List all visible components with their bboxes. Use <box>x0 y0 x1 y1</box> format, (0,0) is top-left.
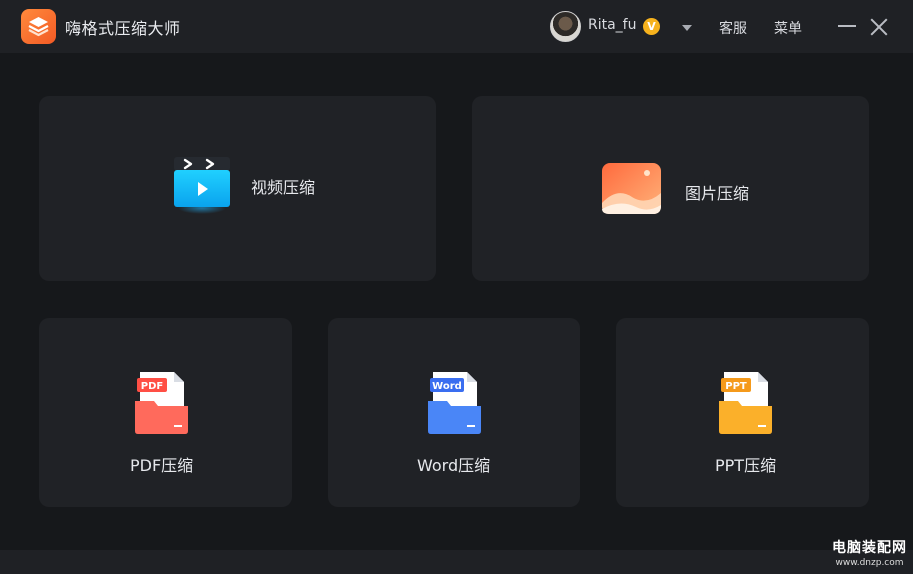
watermark-url: www.dnzp.com <box>835 558 904 568</box>
minimize-icon[interactable] <box>838 25 856 27</box>
image-icon <box>602 163 661 214</box>
vip-badge: V <box>643 18 660 35</box>
watermark: 电脑装配网 www.dnzp.com <box>832 537 907 568</box>
word-tag: Word <box>432 381 462 392</box>
title-bar: 嗨格式压缩大师 Rita_fu V 客服 菜单 <box>0 0 913 53</box>
image-compress-card[interactable]: 图片压缩 <box>472 96 869 281</box>
image-compress-label: 图片压缩 <box>685 184 750 203</box>
app-title: 嗨格式压缩大师 <box>65 19 181 38</box>
word-file-icon: Word <box>428 372 481 434</box>
video-compress-label: 视频压缩 <box>251 178 316 197</box>
customer-service-button[interactable]: 客服 <box>719 18 747 38</box>
pdf-tag: PDF <box>141 381 163 392</box>
status-bar <box>0 550 913 574</box>
menu-button[interactable]: 菜单 <box>774 18 802 38</box>
video-icon <box>174 157 230 214</box>
ppt-compress-label: PPT压缩 <box>715 456 777 475</box>
ppt-tag: PPT <box>725 381 747 392</box>
avatar[interactable] <box>550 11 581 42</box>
app-logo-icon <box>21 9 56 44</box>
pdf-compress-card[interactable]: PDF PDF压缩 <box>39 318 292 507</box>
chevron-down-icon[interactable] <box>682 25 692 31</box>
username[interactable]: Rita_fu <box>588 17 637 33</box>
pdf-compress-label: PDF压缩 <box>130 456 194 475</box>
word-compress-card[interactable]: Word Word压缩 <box>328 318 580 507</box>
ppt-file-icon: PPT <box>719 372 772 434</box>
close-icon[interactable] <box>868 16 890 38</box>
word-compress-label: Word压缩 <box>417 456 491 475</box>
video-compress-card[interactable]: 视频压缩 <box>39 96 436 281</box>
ppt-compress-card[interactable]: PPT PPT压缩 <box>616 318 869 507</box>
watermark-title: 电脑装配网 <box>832 540 907 556</box>
pdf-file-icon: PDF <box>135 372 188 434</box>
